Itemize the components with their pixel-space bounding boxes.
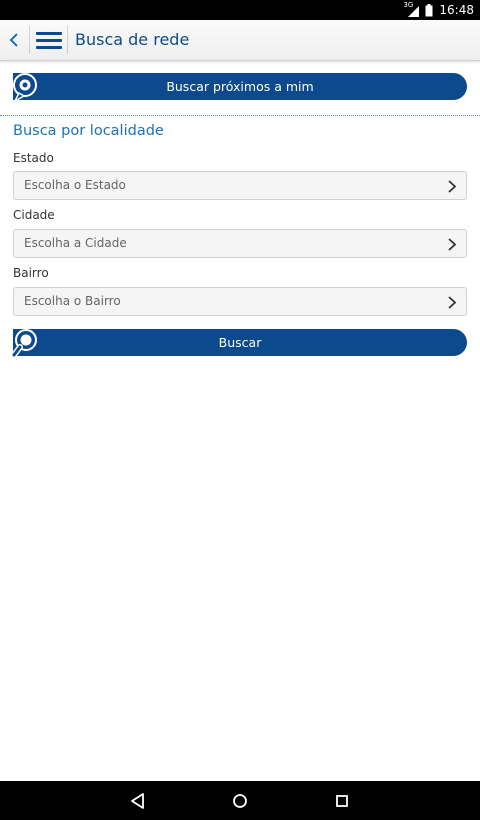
estado-select[interactable]: Escolha o Estado xyxy=(13,171,467,200)
signal-icon: 3G xyxy=(403,1,420,17)
nav-back-button[interactable] xyxy=(128,791,148,811)
cidade-placeholder: Escolha a Cidade xyxy=(24,236,127,250)
chevron-right-icon xyxy=(448,180,457,193)
page-title: Busca de rede xyxy=(75,30,190,49)
back-chevron-icon xyxy=(9,33,18,47)
app-bar: Busca de rede xyxy=(0,20,480,61)
search-nearby-label: Buscar próximos a mim xyxy=(166,79,314,94)
nav-recents-icon xyxy=(336,795,348,807)
search-button[interactable]: Buscar xyxy=(11,329,467,357)
nav-recents-button[interactable] xyxy=(332,791,352,811)
estado-label: Estado xyxy=(13,151,54,165)
nav-home-icon xyxy=(233,794,247,808)
bairro-label: Bairro xyxy=(13,266,49,280)
search-button-label: Buscar xyxy=(218,335,262,350)
nav-home-button[interactable] xyxy=(230,791,250,811)
bairro-select[interactable]: Escolha o Bairro xyxy=(13,287,467,316)
chevron-right-icon xyxy=(448,238,457,251)
section-title: Busca por localidade xyxy=(13,123,164,139)
hamburger-menu-icon xyxy=(36,38,62,42)
estado-placeholder: Escolha o Estado xyxy=(24,178,126,192)
nav-back-icon xyxy=(131,793,144,809)
cidade-select[interactable]: Escolha a Cidade xyxy=(13,229,467,258)
back-button[interactable] xyxy=(4,28,24,52)
menu-button[interactable] xyxy=(36,27,62,53)
app-bar-divider xyxy=(29,26,30,54)
status-icons: 3G 16:48 xyxy=(403,0,474,20)
navigation-bar xyxy=(0,781,480,820)
bairro-placeholder: Escolha o Bairro xyxy=(24,294,121,308)
app-bar-divider xyxy=(67,26,68,54)
cidade-label: Cidade xyxy=(13,208,55,222)
divider xyxy=(0,115,480,116)
chevron-right-icon xyxy=(448,296,457,309)
battery-icon xyxy=(425,3,433,16)
hamburger-menu-icon xyxy=(36,45,62,49)
location-pin-icon xyxy=(13,73,37,102)
clock: 16:48 xyxy=(439,3,474,17)
status-bar: 3G 16:48 xyxy=(0,0,480,20)
search-nearby-button[interactable]: Buscar próximos a mim xyxy=(13,73,467,102)
hamburger-menu-icon xyxy=(36,31,62,35)
magnifier-icon xyxy=(11,329,37,357)
